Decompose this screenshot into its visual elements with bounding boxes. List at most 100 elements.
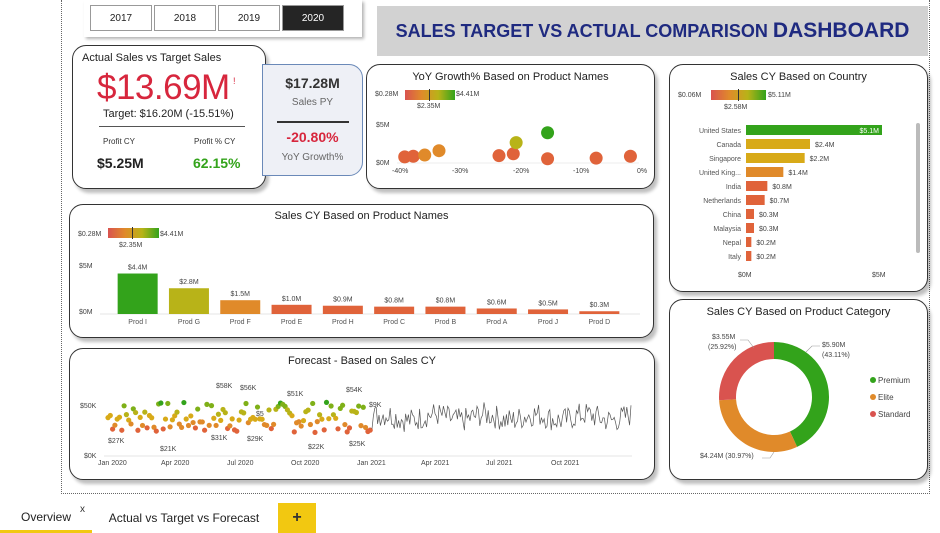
yoy-growth-label: YoY Growth% [281,152,344,163]
forecast-point [213,422,219,429]
country-category-label: India [726,184,741,191]
year-button-2020[interactable]: 2020 [282,5,344,31]
forecast-point [142,409,148,415]
forecast-point [321,427,327,433]
forecast-point [312,429,318,436]
forecast-point [300,418,307,424]
profit-cy-label: Profit CY [103,137,136,146]
tab-actual-vs-target[interactable]: Actual vs Target vs Forecast [98,503,270,533]
forecast-point [266,407,272,413]
country-bar [746,223,754,233]
forecast-point [183,416,189,422]
forecast-point [192,425,198,431]
country-bar [746,251,752,261]
legend-standard[interactable]: Standard [870,410,910,419]
forecast-point [112,422,118,428]
product-category-label: Prod E [281,319,303,326]
forecast-point [346,425,353,431]
category-chart: Sales CY Based on Product Category $3.55… [669,299,928,480]
kpi-card: Actual Sales vs Target Sales $13.69M ! T… [72,45,266,189]
elite-label: $4.24M (30.97%) [700,453,754,460]
forecast-annotation-51k: $51K [287,391,304,398]
forecast-point [123,412,129,418]
product-bar-chart: $4.4M Prod I $2.8M Prod G $1.5M Prod F $1.0M Pr… [100,265,640,326]
product-bar [117,273,158,314]
forecast-point [190,419,196,426]
donut-slice-premium [774,342,829,447]
country-category-label: United King... [699,170,741,177]
country-bar-label: $0.3M [759,212,779,219]
forecast-point [137,414,143,421]
elite-dot-icon [870,394,876,400]
product-category-label: Prod C [383,319,405,326]
country-scrollbar[interactable] [916,123,920,253]
forecast-x-tick-2: Jul 2020 [227,460,254,467]
product-category-label: Prod A [486,319,507,326]
forecast-point [199,419,205,425]
premium-value-label: $5.90M [822,342,846,349]
dashboard-title: SALES TARGET VS ACTUAL COMPARISON DASHBO… [395,19,910,42]
country-chart: Sales CY Based on Country $0.06M $5.11M … [669,64,928,292]
forecast-point [323,399,330,406]
country-bar-label: $5.1M [860,128,880,135]
product-category-label: Prod H [332,319,354,326]
tab-overview[interactable]: Overview [0,503,92,533]
product-chart: Sales CY Based on Product Names $0.28M $… [69,204,654,338]
sales-py-card: $17.28M Sales PY -20.80% YoY Growth% [262,64,363,176]
close-tab-icon[interactable]: x [80,504,85,515]
product-category-label: Prod D [588,319,610,326]
standard-value-label: $3.55M [712,334,736,341]
forecast-point [264,422,270,428]
forecast-point [291,429,297,435]
year-button-2019[interactable]: 2019 [218,5,280,31]
year-button-2017[interactable]: 2017 [90,5,152,31]
product-bar [220,300,261,314]
forecast-point [328,403,334,409]
sales-py-label: Sales PY [291,97,334,108]
forecast-point [234,428,240,434]
legend-elite[interactable]: Elite [870,393,894,402]
country-bar-label: $0.8M [772,184,792,191]
elite-leader-line [762,451,775,459]
forecast-point [160,426,166,432]
product-category-label: Prod I [128,319,147,326]
product-category-label: Prod F [230,319,251,326]
add-page-button[interactable]: + [278,503,316,533]
forecast-point [326,416,332,422]
forecast-point [162,416,169,422]
forecast-point [135,427,141,433]
kpi-title: Actual Sales vs Target Sales [82,52,222,64]
sales-py-value: $17.28M [285,75,340,91]
product-bar-label: $2.8M [179,279,199,286]
product-bar-label: $4.4M [128,265,148,272]
yoy-x-tick-0: -40% [392,168,409,175]
forecast-annotation-31k: $31K [211,435,228,442]
forecast-point [307,421,313,428]
forecast-point [202,427,208,433]
forecast-x-tick-6: Jul 2021 [486,460,513,467]
forecast-point [314,419,320,425]
yoy-point [432,144,446,158]
forecast-annotation-5: $5 [256,411,264,418]
year-button-2018[interactable]: 2018 [154,5,216,31]
country-category-label: Italy [728,254,741,261]
forecast-point [208,403,215,409]
country-x-tick-0: $0M [738,272,752,279]
forecast-point [360,404,366,410]
yoy-point [541,126,555,140]
product-bar [425,306,466,314]
country-x-tick-1: $5M [872,272,886,279]
profit-cy-value: $5.25M [97,155,144,171]
standard-dot-icon [870,411,876,417]
forecast-point [167,424,173,430]
forecast-point [128,421,134,427]
product-bar [476,308,517,314]
forecast-point [218,417,224,423]
country-bar-label: $0.3M [759,226,779,233]
legend-premium[interactable]: Premium [870,376,910,385]
yoy-growth-chart: YoY Growth% Based on Product Names $0.28… [366,64,655,189]
profit-pct-value: 62.15% [193,155,241,171]
forecast-point [119,427,125,433]
forecast-point [116,414,123,420]
forecast-x-tick-0: Jan 2020 [98,460,127,467]
